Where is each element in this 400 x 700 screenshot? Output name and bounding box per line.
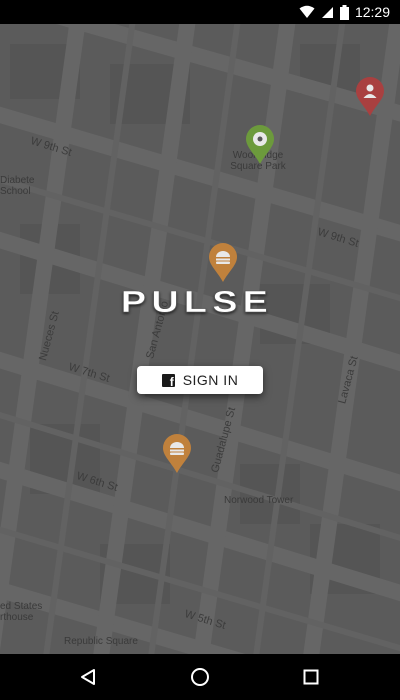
- back-button[interactable]: [58, 654, 118, 700]
- status-icons: 12:29: [299, 0, 390, 24]
- wifi-icon: [299, 5, 315, 18]
- recents-icon: [303, 669, 319, 685]
- user-marker-icon[interactable]: [355, 77, 385, 117]
- place-label: Republic Square: [64, 636, 138, 647]
- place-label: Diabete School: [0, 175, 35, 197]
- back-icon: [81, 669, 95, 685]
- facebook-icon: f: [161, 373, 175, 388]
- burger-marker-icon[interactable]: [162, 434, 192, 474]
- home-button[interactable]: [170, 654, 230, 700]
- cell-signal-icon: [321, 6, 333, 18]
- map-background[interactable]: W 9th St W 9th St W 7th St W 6th St W 5t…: [0, 24, 400, 654]
- battery-icon: [339, 4, 349, 20]
- pulse-logo: PULSE: [121, 285, 273, 319]
- soccer-marker-icon[interactable]: [245, 125, 275, 165]
- place-label: ed States rthouse: [0, 601, 43, 623]
- sign-in-label: SIGN IN: [182, 372, 239, 388]
- brand-name: PULSE: [121, 285, 273, 319]
- status-time: 12:29: [354, 4, 390, 20]
- map-overlay: [0, 24, 400, 654]
- navigation-bar: [0, 654, 400, 700]
- recents-button[interactable]: [281, 654, 341, 700]
- home-icon: [191, 668, 209, 686]
- status-bar: 12:29: [0, 0, 400, 24]
- facebook-sign-in-button[interactable]: f SIGN IN: [137, 366, 263, 394]
- place-label: Norwood Tower: [224, 495, 294, 506]
